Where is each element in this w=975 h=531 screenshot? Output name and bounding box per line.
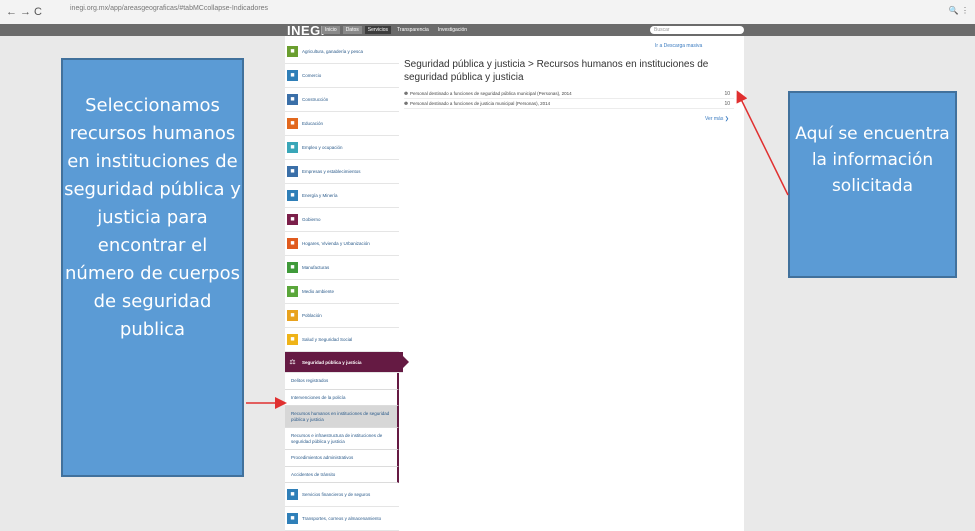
right-arrow	[736, 90, 789, 196]
annotation-arrows	[246, 90, 789, 409]
